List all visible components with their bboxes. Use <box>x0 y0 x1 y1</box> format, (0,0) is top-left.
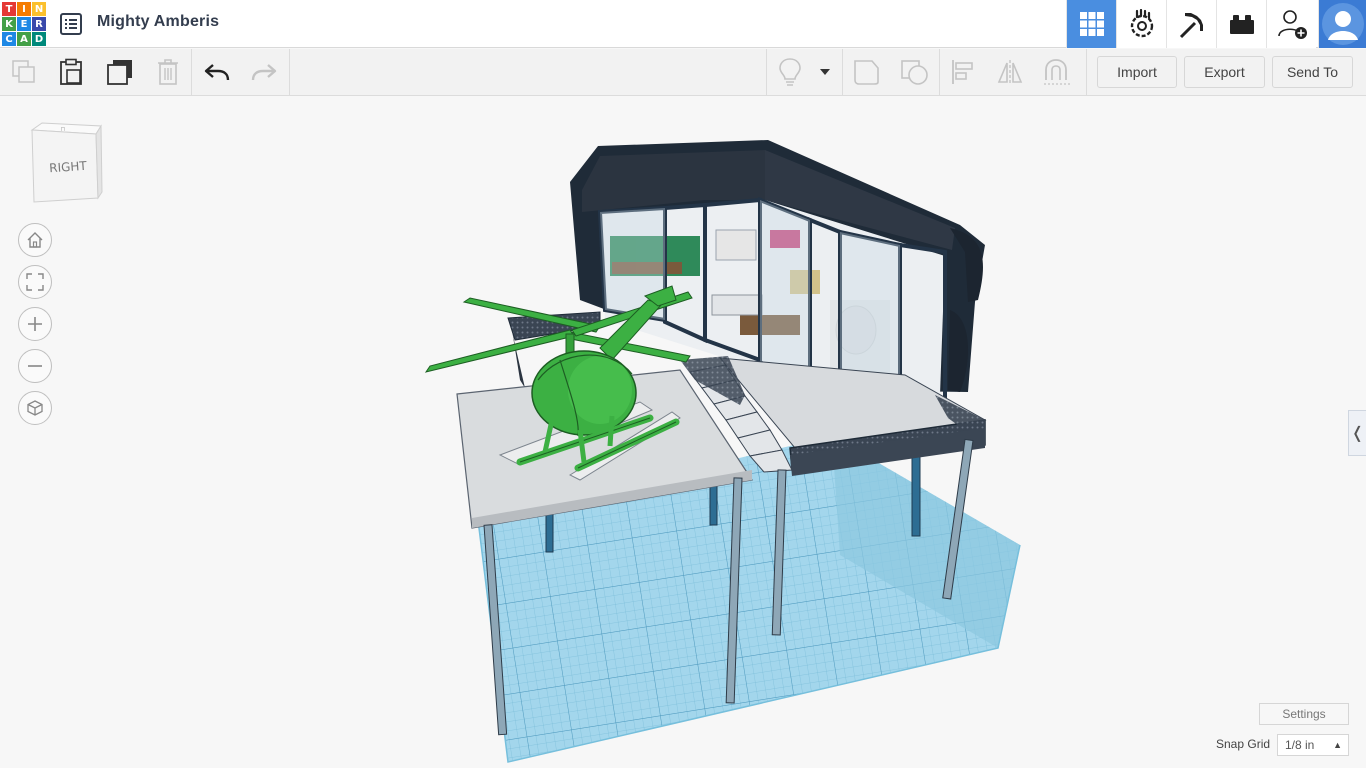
brick-icon <box>1229 15 1254 34</box>
snap-grid-label: Snap Grid <box>1216 737 1271 751</box>
ungroup-button[interactable] <box>897 55 931 89</box>
duplicate-button[interactable] <box>103 55 137 89</box>
visibility-dropdown[interactable] <box>812 55 838 89</box>
show-all-button[interactable] <box>773 55 807 89</box>
workplane-canvas[interactable]: ⊓ RIGHT ❬ Settings Snap Grid 1/8 in ▲ <box>0 96 1366 768</box>
group-icon <box>854 60 879 85</box>
user-avatar-icon <box>1321 3 1364 45</box>
settings-button[interactable]: Settings <box>1259 703 1349 725</box>
add-user-button[interactable] <box>1266 0 1316 48</box>
user-avatar[interactable] <box>1318 0 1366 48</box>
snap-grid-select[interactable]: 1/8 in ▲ <box>1277 734 1349 756</box>
redo-icon <box>251 64 277 81</box>
shapes-panel-toggle[interactable]: ❬ <box>1348 410 1366 456</box>
duplicate-icon <box>107 60 132 85</box>
cruise-button[interactable] <box>1040 55 1074 89</box>
grid-icon <box>1079 12 1104 36</box>
gear-hand-icon <box>1130 9 1153 38</box>
tinkercad-logo[interactable]: TIN KER CAD <box>2 2 46 46</box>
import-button[interactable]: Import <box>1097 56 1177 88</box>
logo-letter: C <box>2 32 16 46</box>
logo-letter: E <box>17 17 31 31</box>
3d-scene[interactable] <box>0 96 1366 768</box>
3d-design-view-button[interactable] <box>1066 0 1116 48</box>
logo-letter: N <box>32 2 46 16</box>
design-menu-button[interactable] <box>58 11 84 37</box>
design-title[interactable]: Mighty Amberis <box>97 13 219 31</box>
lego-bricks-view-button[interactable] <box>1216 0 1266 48</box>
delete-icon <box>158 59 178 85</box>
paste-button[interactable] <box>54 55 88 89</box>
minecraft-view-button[interactable] <box>1166 0 1216 48</box>
logo-letter: T <box>2 2 16 16</box>
dropdown-caret-icon <box>820 69 830 75</box>
snap-grid-value: 1/8 in <box>1285 738 1315 752</box>
logo-letter: D <box>32 32 46 46</box>
undo-button[interactable] <box>200 55 234 89</box>
mirror-icon <box>997 60 1023 84</box>
logo-letter: K <box>2 17 16 31</box>
align-button[interactable] <box>946 55 980 89</box>
copy-icon <box>12 60 35 83</box>
logo-letter: I <box>17 2 31 16</box>
add-user-icon <box>1277 10 1307 39</box>
logo-letter: R <box>32 17 46 31</box>
paste-icon <box>60 58 82 85</box>
delete-button[interactable] <box>151 55 185 89</box>
building-model <box>456 140 987 529</box>
export-button[interactable]: Export <box>1184 56 1265 88</box>
list-icon <box>60 13 82 35</box>
mirror-button[interactable] <box>993 55 1027 89</box>
magnet-icon <box>1044 59 1070 85</box>
copy-button[interactable] <box>7 55 41 89</box>
send-to-button[interactable]: Send To <box>1272 56 1353 88</box>
ungroup-icon <box>901 60 928 85</box>
light-bulb-icon <box>779 58 801 86</box>
redo-button[interactable] <box>247 55 281 89</box>
undo-icon <box>204 64 230 81</box>
align-icon <box>952 60 973 84</box>
pickaxe-icon <box>1179 13 1203 39</box>
app-header: TIN KER CAD Mighty Amberis <box>0 0 1366 48</box>
codeblocks-view-button[interactable] <box>1116 0 1166 48</box>
caret-up-icon: ▲ <box>1333 740 1342 750</box>
edit-toolbar: Import Export Send To <box>0 49 1366 96</box>
group-button[interactable] <box>849 55 883 89</box>
logo-letter: A <box>17 32 31 46</box>
